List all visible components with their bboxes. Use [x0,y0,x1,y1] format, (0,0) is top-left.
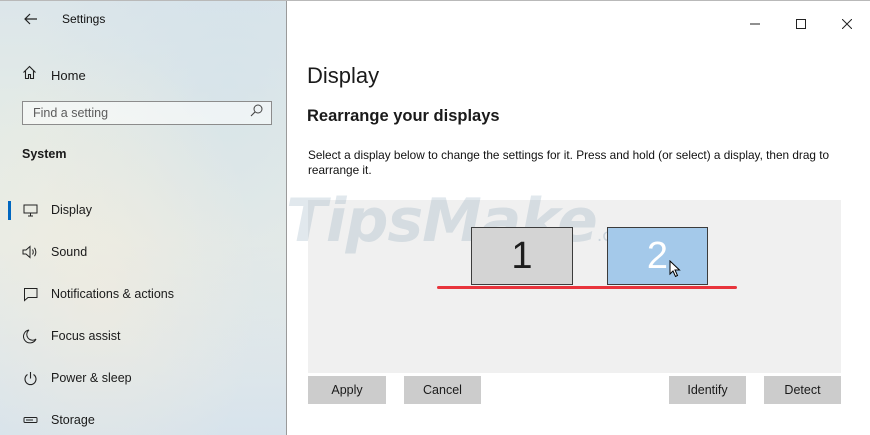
highlight-underline [437,286,737,289]
section-heading-rearrange: Rearrange your displays [307,107,500,125]
mouse-pointer-icon [669,259,681,283]
sidebar-titlebar: Settings [0,1,286,37]
apply-button[interactable]: Apply [308,376,386,404]
watermark: TipsMake.com [286,186,639,256]
display-1-tile[interactable]: 1 [471,227,573,285]
speaker-icon [22,244,38,260]
settings-window: Settings Home System Display [0,0,870,435]
sidebar-item-home[interactable]: Home [0,61,286,89]
monitor-icon [22,202,38,218]
home-icon [22,65,37,85]
main-content: Display Rearrange your displays Select a… [286,1,870,435]
app-title: Settings [62,12,106,26]
sidebar-nav: Display Sound Notifications & actions Fo… [0,189,286,435]
description-text: Select a display below to change the set… [308,148,830,177]
search-input[interactable] [33,106,233,120]
sidebar-item-storage[interactable]: Storage [0,399,286,435]
moon-icon [22,328,38,344]
storage-icon [22,412,38,428]
sidebar-item-focus-assist[interactable]: Focus assist [0,315,286,357]
display-arrangement-area[interactable]: TipsMake.com 1 2 [286,186,841,373]
sidebar-item-label: Focus assist [51,329,121,343]
search-box[interactable] [22,101,272,125]
back-arrow-icon[interactable] [22,10,40,28]
window-caption-buttons [732,9,870,39]
sidebar-item-label: Display [51,203,92,217]
sidebar-item-power-sleep[interactable]: Power & sleep [0,357,286,399]
sidebar-item-display[interactable]: Display [0,189,286,231]
minimize-icon[interactable] [732,9,778,39]
sidebar-item-label: Storage [51,413,95,427]
page-title: Display [307,63,380,88]
sidebar-item-label: Power & sleep [51,371,132,385]
identify-button[interactable]: Identify [669,376,746,404]
display-2-tile[interactable]: 2 [607,227,708,285]
notification-icon [22,286,38,302]
close-icon[interactable] [824,9,870,39]
search-icon[interactable] [250,104,263,122]
power-icon [22,370,38,386]
sidebar-item-notifications[interactable]: Notifications & actions [0,273,286,315]
sidebar-item-sound[interactable]: Sound [0,231,286,273]
sidebar-item-label: Sound [51,245,88,259]
sidebar-item-label: Home [51,67,86,83]
sidebar-item-label: Notifications & actions [51,287,174,301]
detect-button[interactable]: Detect [764,376,841,404]
display-number: 2 [646,234,669,277]
cancel-button[interactable]: Cancel [404,376,481,404]
sidebar: Settings Home System Display [0,1,287,435]
maximize-icon[interactable] [778,9,824,39]
section-label-system: System [22,147,67,161]
display-number: 1 [511,234,533,277]
